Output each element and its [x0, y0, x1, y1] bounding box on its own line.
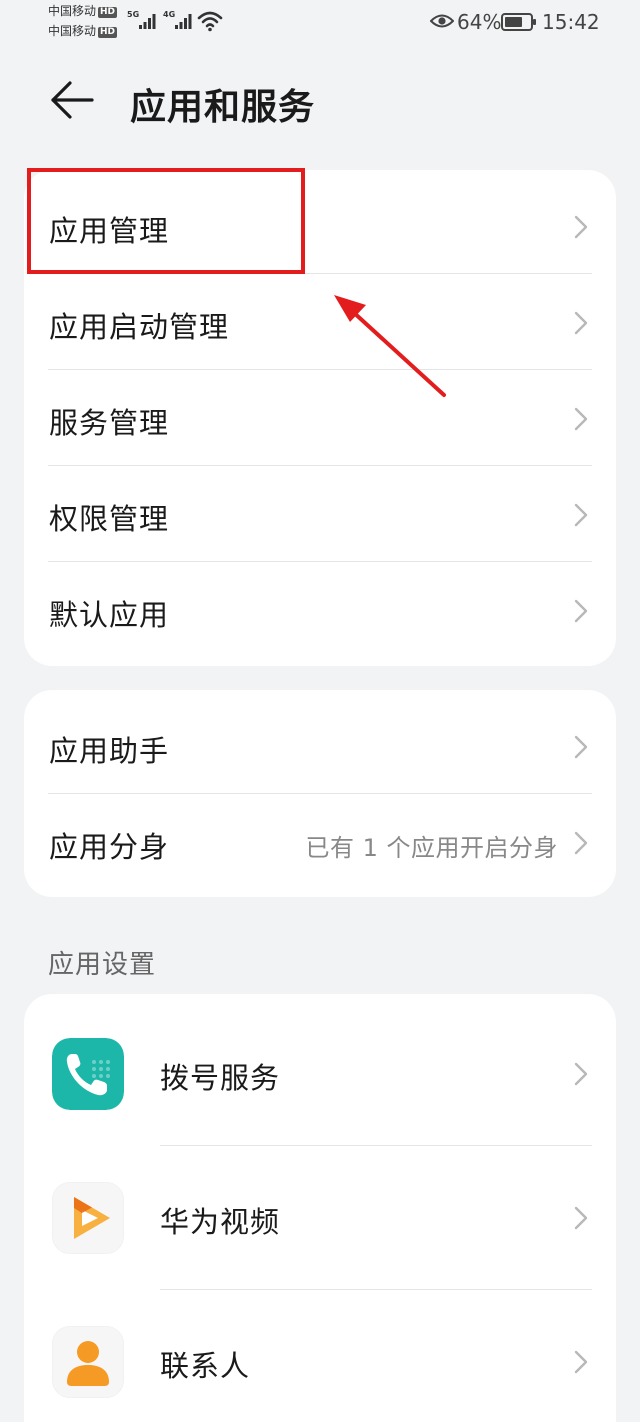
carrier-2: 中国移动 HD — [48, 24, 118, 38]
person-icon — [52, 1326, 124, 1398]
menu-item-label: 应用分身 — [49, 830, 170, 864]
menu-item-label: 服务管理 — [49, 406, 170, 440]
app-tools-card: 应用助手 应用分身 已有 1 个应用开启分身 — [24, 690, 616, 897]
chevron-right-icon — [574, 735, 588, 759]
back-arrow-icon[interactable] — [50, 80, 94, 120]
app-item-huawei-video[interactable]: 华为视频 — [24, 1146, 616, 1290]
app-settings-card: 拨号服务 华为视频 联系人 — [24, 994, 616, 1422]
chevron-right-icon — [574, 1350, 588, 1374]
menu-item-default-apps[interactable]: 默认应用 — [24, 562, 616, 658]
menu-item-label: 应用助手 — [49, 734, 170, 768]
chevron-right-icon — [574, 215, 588, 239]
section-title-app-settings: 应用设置 — [48, 950, 157, 980]
app-item-label: 联系人 — [160, 1349, 251, 1383]
app-twin-status: 已有 1 个应用开启分身 — [305, 834, 558, 862]
menu-item-permission-management[interactable]: 权限管理 — [24, 466, 616, 562]
app-item-contacts[interactable]: 联系人 — [24, 1290, 616, 1422]
signal-icon-2 — [175, 14, 192, 29]
chevron-right-icon — [574, 311, 588, 335]
app-item-label: 拨号服务 — [160, 1061, 281, 1095]
app-item-label: 华为视频 — [160, 1205, 281, 1239]
page-title: 应用和服务 — [130, 87, 316, 128]
battery-percent: 64% — [457, 10, 502, 34]
carrier-1: 中国移动 HD — [48, 4, 118, 18]
menu-item-app-launch-management[interactable]: 应用启动管理 — [24, 274, 616, 370]
play-icon — [52, 1182, 124, 1254]
eye-comfort-icon — [430, 14, 454, 28]
menu-item-service-management[interactable]: 服务管理 — [24, 370, 616, 466]
chevron-right-icon — [574, 599, 588, 623]
chevron-right-icon — [574, 831, 588, 855]
chevron-right-icon — [574, 1206, 588, 1230]
phone-icon — [52, 1038, 124, 1110]
chevron-right-icon — [574, 1062, 588, 1086]
menu-item-label: 默认应用 — [49, 598, 170, 632]
menu-item-label: 权限管理 — [49, 502, 170, 536]
wifi-icon — [197, 11, 223, 32]
app-item-dialer[interactable]: 拨号服务 — [24, 1002, 616, 1146]
signal-icon — [139, 14, 156, 29]
chevron-right-icon — [574, 407, 588, 431]
chevron-right-icon — [574, 503, 588, 527]
battery-icon — [501, 13, 536, 31]
clock: 15:42 — [542, 10, 600, 34]
menu-item-label: 应用启动管理 — [49, 310, 230, 344]
annotation-highlight-box — [27, 168, 305, 274]
menu-item-app-assistant[interactable]: 应用助手 — [24, 698, 616, 794]
menu-item-app-twin[interactable]: 应用分身 已有 1 个应用开启分身 — [24, 794, 616, 890]
status-bar: 中国移动 HD 中国移动 HD 5G 4G 64% 15:42 — [0, 0, 640, 48]
